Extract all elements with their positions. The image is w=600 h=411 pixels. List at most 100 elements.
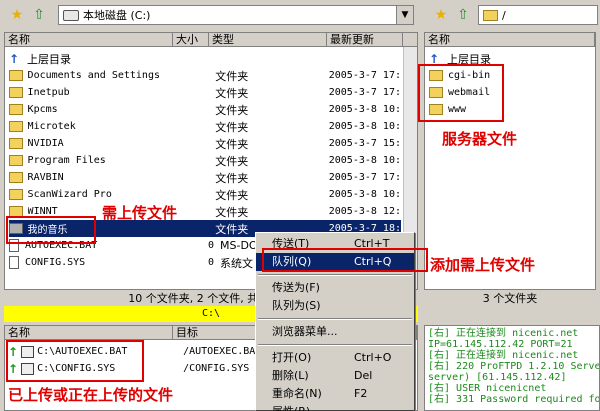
arrow-up-icon: ↑: [9, 51, 20, 66]
folder-icon: [9, 121, 23, 132]
column-name[interactable]: 名称: [425, 33, 595, 46]
item-name: Program Files: [27, 155, 106, 166]
log-line: [右] 正在连接到 nicenic.net: [428, 328, 579, 339]
item-name: CONFIG.SYS: [25, 257, 86, 268]
menu-item-label: 打开(O): [272, 351, 312, 364]
column-size[interactable]: 大小: [173, 33, 209, 46]
menu-item[interactable]: 属性(R): [256, 403, 414, 411]
list-item[interactable]: Kpcms 文件夹 2005-3-8 10:: [9, 101, 401, 118]
menu-item[interactable]: 删除(L) Del: [256, 367, 414, 385]
item-name: Inetpub: [27, 87, 70, 98]
folder-icon: [9, 104, 23, 115]
file-icon: [9, 256, 19, 269]
list-item[interactable]: RAVBIN 文件夹 2005-3-7 17:: [9, 169, 401, 186]
item-type: 文件夹: [215, 188, 249, 202]
item-date: 2005-3-8 10:: [328, 104, 401, 115]
log-line: [右] 正在连接到 nicenic.net: [428, 350, 579, 361]
column-name[interactable]: 名称: [5, 33, 173, 46]
left-address-text: 本地磁盘 (C:): [83, 9, 151, 22]
list-item[interactable]: ScanWizard Pro 文件夹 2005-3-8 10:: [9, 186, 401, 203]
queue-item-target: /CONFIG.SYS: [183, 363, 250, 374]
item-size: 0: [207, 240, 214, 251]
item-type: 文件夹: [215, 205, 249, 219]
list-item[interactable]: Microtek 文件夹 2005-3-8 10:: [9, 118, 401, 135]
annotation-uploaded: 已上传或正在上传的文件: [8, 386, 174, 404]
right-list-header: 名称: [425, 33, 595, 47]
folder-icon: [9, 172, 23, 183]
log-line: IP=61.145.112.42 PORT=21: [428, 339, 573, 350]
item-name: Documents and Settings: [27, 70, 160, 81]
column-modified[interactable]: 最新更新: [327, 33, 403, 46]
item-name: 上层目录: [27, 52, 71, 66]
item-type: 文件夹: [215, 171, 249, 185]
up-folder-icon[interactable]: ⇧: [454, 6, 472, 24]
item-name: NVIDIA: [27, 138, 64, 149]
list-item[interactable]: NVIDIA 文件夹 2005-3-7 15:: [9, 135, 401, 152]
item-name: ScanWizard Pro: [27, 189, 112, 200]
menu-item[interactable]: 重命名(N) F2: [256, 385, 414, 403]
item-type: 文件夹: [215, 137, 249, 151]
item-name: Microtek: [27, 121, 76, 132]
folder-icon: [9, 155, 23, 166]
right-address-text: /: [502, 8, 506, 22]
menu-item-label: 传送为(F): [272, 281, 320, 294]
favorites-star-icon[interactable]: ★: [432, 6, 450, 24]
item-date: 2005-3-7 15:: [328, 138, 401, 149]
item-type: 文件夹: [215, 154, 249, 168]
menu-item[interactable]: 浏览器菜单...: [256, 323, 414, 341]
item-name: Kpcms: [27, 104, 58, 115]
item-date: 2005-3-8 10:: [328, 189, 401, 200]
list-item-parent-dir[interactable]: ↑ 上层目录: [9, 50, 329, 67]
item-type: 文件夹: [215, 120, 249, 134]
menu-item-shortcut: F2: [354, 387, 368, 400]
folder-icon: [9, 87, 23, 98]
right-address-combo[interactable]: /: [478, 5, 598, 25]
list-item[interactable]: Documents and Settings 文件夹 2005-3-7 17:: [9, 67, 401, 84]
log-line: [右] 220 ProFTPD 1.2.10 Serve: [428, 361, 600, 372]
folder-icon: [9, 138, 23, 149]
menu-item[interactable]: 传送为(F): [256, 279, 414, 297]
menu-separator: [258, 274, 412, 276]
folder-icon: [9, 70, 23, 81]
menu-item-label: 属性(R): [272, 405, 310, 411]
menu-separator: [258, 344, 412, 346]
menu-separator: [258, 318, 412, 320]
item-date: 2005-3-7 17:: [328, 70, 401, 81]
item-type: 文件夹: [215, 103, 249, 117]
log-line: server) [61.145.112.42]: [428, 372, 567, 383]
item-type: 文件夹: [215, 86, 249, 100]
item-date: 2005-3-8 10:: [328, 121, 401, 132]
list-item[interactable]: Inetpub 文件夹 2005-3-7 17:: [9, 84, 401, 101]
server-files-highlight: [418, 64, 504, 122]
right-toolbar: ★ ⇧ /: [424, 0, 600, 28]
drive-icon: [63, 9, 79, 21]
menu-item-label: 浏览器菜单...: [272, 325, 338, 338]
column-name[interactable]: 名称: [5, 326, 173, 339]
menu-item-shortcut: Ctrl+O: [354, 351, 392, 364]
annotation-server-files: 服务器文件: [442, 130, 518, 148]
annotation-need-upload: 需上传文件: [102, 204, 178, 222]
menu-item-shortcut: Del: [354, 369, 373, 382]
item-date: 2005-3-7 17:: [328, 172, 401, 183]
chevron-down-icon[interactable]: ▼: [396, 6, 413, 24]
uploaded-files-highlight: [6, 340, 144, 382]
up-folder-icon[interactable]: ⇧: [30, 6, 48, 24]
column-type[interactable]: 类型: [209, 33, 327, 46]
right-status: 3 个文件夹: [424, 291, 596, 306]
menu-item-label: 队列为(S): [272, 299, 321, 312]
item-type: 文件夹: [215, 69, 249, 83]
queue-item-target: /AUTOEXEC.BAT: [183, 346, 262, 357]
log-line: [右] 331 Password required fo: [428, 394, 600, 405]
favorites-star-icon[interactable]: ★: [8, 6, 26, 24]
item-date: 2005-3-7 17:: [328, 87, 401, 98]
folder-icon: [9, 189, 23, 200]
menu-item[interactable]: 队列为(S): [256, 297, 414, 315]
menu-item-label: 删除(L): [272, 369, 309, 382]
item-size: 0: [207, 257, 214, 268]
connection-log: [右] 正在连接到 nicenic.net IP=61.145.112.42 PO…: [424, 325, 600, 411]
left-address-combo[interactable]: 本地磁盘 (C:) ▼: [58, 5, 414, 25]
item-date: 2005-3-8 12:: [328, 206, 401, 217]
need-upload-highlight: [6, 216, 96, 244]
menu-item[interactable]: 打开(O) Ctrl+O: [256, 349, 414, 367]
list-item[interactable]: Program Files 文件夹 2005-3-8 10:: [9, 152, 401, 169]
